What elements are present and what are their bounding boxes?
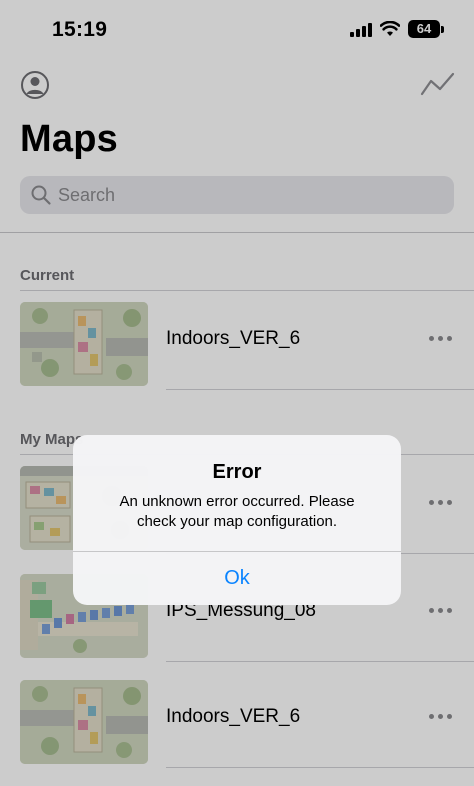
modal-backdrop [0,0,474,786]
alert-title: Error [212,461,262,483]
ok-button[interactable]: Ok [73,552,401,605]
error-alert: Error An unknown error occurred. Please … [73,435,401,605]
alert-message: An unknown error occurred. Please check … [119,493,355,530]
